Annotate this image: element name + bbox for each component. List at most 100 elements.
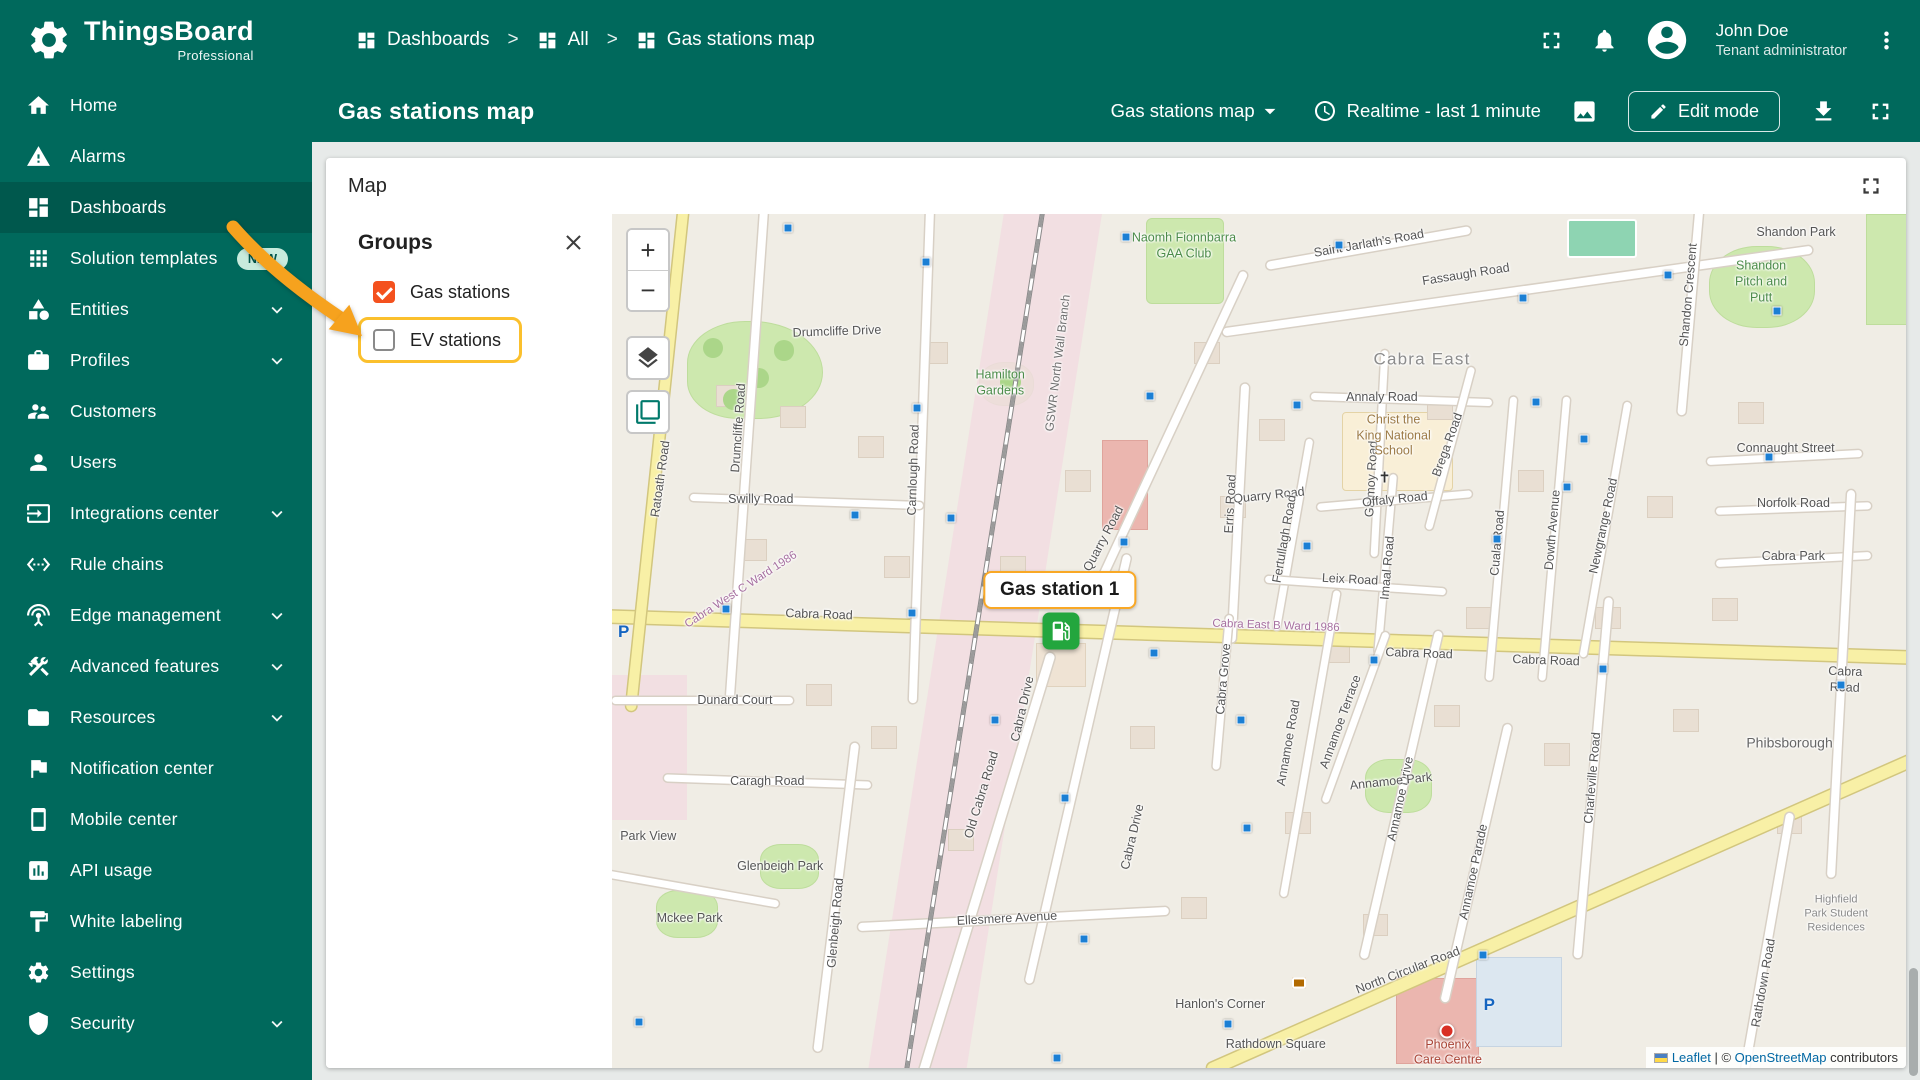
ukraine-flag-icon: [1653, 1052, 1668, 1063]
timewindow-button[interactable]: Realtime - last 1 minute: [1313, 99, 1541, 123]
map-zone-park: [687, 320, 823, 419]
leaflet-link[interactable]: Leaflet: [1672, 1050, 1711, 1065]
widget-body: Groups Gas stations EV stations Drumcliff…: [326, 214, 1906, 1068]
sidebar-item-alarms[interactable]: Alarms: [0, 131, 312, 182]
header-actions: John Doe Tenant administrator: [1538, 17, 1920, 63]
security-icon: [26, 1011, 51, 1036]
sidebar-item-label: Alarms: [70, 146, 126, 166]
map-marker-blue: [721, 604, 731, 614]
sidebar-item-api-usage[interactable]: API usage: [0, 845, 312, 896]
map-label: Annamoe Parade: [1456, 822, 1490, 921]
poi-red-icon: [1439, 1023, 1455, 1039]
sidebar-item-edge-management[interactable]: Edge management: [0, 590, 312, 641]
osm-link[interactable]: OpenStreetMap: [1735, 1050, 1827, 1065]
sidebar-item-solution-templates[interactable]: Solution templates NEW: [0, 233, 312, 284]
sidebar-item-settings[interactable]: Settings: [0, 947, 312, 998]
dashboard-icon: [537, 30, 558, 51]
map-zone-park: [979, 361, 1034, 407]
map-label: Norfolk Road: [1756, 496, 1830, 511]
apps-icon: [26, 246, 51, 271]
map-building: [715, 384, 742, 407]
map-marker-blue: [1242, 823, 1252, 833]
groups-close-icon[interactable]: [561, 230, 586, 255]
user-menu[interactable]: John Doe Tenant administrator: [1716, 20, 1847, 59]
map-road: [612, 697, 794, 705]
toolbar-fullscreen-button[interactable]: [1867, 98, 1894, 125]
checkbox-ev-stations[interactable]: [373, 329, 395, 351]
dashboard-toolbar: Gas stations map Gas stations map Realti…: [312, 80, 1920, 142]
sidebar-item-customers[interactable]: Customers: [0, 386, 312, 437]
checkbox-gas-stations[interactable]: [373, 281, 395, 303]
sidebar-item-dashboards[interactable]: Dashboards: [0, 182, 312, 233]
image-export-button[interactable]: [1571, 98, 1598, 125]
map-label: Swilly Road: [728, 492, 794, 507]
gas-station-marker[interactable]: [1042, 612, 1080, 650]
map-label: Quarry Road: [1232, 484, 1306, 506]
download-button[interactable]: [1810, 98, 1837, 125]
breadcrumb-label: Gas stations map: [666, 29, 815, 50]
header-fullscreen-button[interactable]: [1538, 27, 1565, 54]
map-road: [1374, 473, 1398, 655]
map-label: Drumcliffe Drive: [792, 322, 882, 340]
group-label: Gas stations: [410, 281, 511, 302]
map-building: [1220, 495, 1247, 519]
sidebar-item-advanced-features[interactable]: Advanced features: [0, 641, 312, 692]
page-scrollbar-thumb[interactable]: [1909, 968, 1918, 1076]
attribution-suffix: contributors: [1826, 1050, 1898, 1065]
zoom-in-button[interactable]: +: [628, 230, 668, 270]
dashboard-state-selector[interactable]: Gas stations map: [1111, 98, 1283, 124]
edit-mode-button[interactable]: Edit mode: [1627, 90, 1780, 132]
map[interactable]: Drumcliffe Road Drumcliffe Drive Carnlough…: [612, 214, 1906, 1068]
map-label: Caragh Road: [730, 774, 805, 789]
map-label: Glenbeigh Park: [737, 859, 824, 874]
breadcrumb-item-gas-stations-map[interactable]: Gas stations map: [636, 29, 815, 51]
breadcrumb-item-dashboards[interactable]: Dashboards: [356, 29, 489, 51]
sidebar-item-users[interactable]: Users: [0, 437, 312, 488]
map-building: [1673, 709, 1699, 732]
thingsboard-logo[interactable]: ThingsBoard Professional: [0, 17, 312, 63]
map-road: [918, 651, 1056, 1068]
map-layers-button[interactable]: [626, 336, 670, 380]
map-marker-blue: [1149, 648, 1159, 658]
sidebar-item-rule-chains[interactable]: Rule chains: [0, 539, 312, 590]
map-label: Annamoe Park: [1349, 769, 1433, 793]
sidebar-item-mobile-center[interactable]: Mobile center: [0, 794, 312, 845]
group-row-gas-stations[interactable]: Gas stations: [373, 281, 586, 303]
brand-block: ThingsBoard Professional: [84, 17, 254, 63]
page-title: Gas stations map: [338, 97, 535, 124]
avatar[interactable]: [1644, 17, 1690, 63]
map-marker-blue: [990, 715, 1000, 725]
map-label: Imaal Road: [1377, 535, 1398, 601]
map-marker-blue: [1663, 270, 1673, 280]
notifications-bell-button[interactable]: [1591, 27, 1618, 54]
map-building: [1181, 897, 1208, 920]
more-vert-button[interactable]: [1873, 27, 1900, 54]
map-label: Christ the King National School: [1356, 412, 1431, 458]
group-row-ev-stations[interactable]: EV stations: [358, 317, 523, 363]
sidebar-item-profiles[interactable]: Profiles: [0, 335, 312, 386]
input-icon: [26, 501, 51, 526]
sidebar-item-resources[interactable]: Resources: [0, 692, 312, 743]
map-railway: [904, 214, 1045, 1068]
zoom-out-button[interactable]: −: [628, 270, 668, 310]
map-road: [1359, 629, 1444, 960]
sidebar-item-label: White labeling: [70, 911, 183, 931]
sidebar-item-label: Security: [70, 1013, 135, 1033]
map-zone-park: [759, 844, 820, 889]
sidebar-item-entities[interactable]: Entities: [0, 284, 312, 335]
gas-station-tooltip[interactable]: Gas station 1: [983, 570, 1137, 609]
map-zone-blueb: [1476, 956, 1562, 1047]
sidebar-item-white-labeling[interactable]: White labeling: [0, 896, 312, 947]
sidebar-item-integrations-center[interactable]: Integrations center: [0, 488, 312, 539]
sidebar-item-security[interactable]: Security: [0, 998, 312, 1049]
sidebar-item-label: Rule chains: [70, 554, 164, 574]
map-layer-style-button[interactable]: [626, 390, 670, 434]
widget-fullscreen-icon[interactable]: [1858, 173, 1884, 199]
sidebar: Home Alarms Dashboards Solution templates NE…: [0, 80, 312, 1080]
sidebar-item-home[interactable]: Home: [0, 80, 312, 131]
new-badge: NEW: [236, 247, 288, 270]
breadcrumb-item-all[interactable]: All: [537, 29, 589, 51]
map-building: [780, 406, 807, 429]
sidebar-item-notification-center[interactable]: Notification center: [0, 743, 312, 794]
map-label: Offaly Road: [1361, 488, 1429, 510]
